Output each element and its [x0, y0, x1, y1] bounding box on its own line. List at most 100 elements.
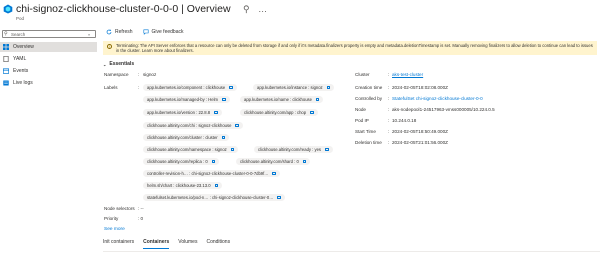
page-header: chi-signoz-clickhouse-cluster-0-0-0 | Ov…: [0, 0, 600, 27]
label-pill: clickhouse.altinity.com/namespace : sign…: [143, 146, 239, 153]
copy-icon[interactable]: [310, 110, 314, 115]
copy-icon[interactable]: [325, 147, 329, 152]
creation-time-value: 2024-02-05T18:02:08.000Z: [392, 85, 448, 90]
creation-time-label: Creation time: [355, 85, 383, 90]
collapse-sidebar-icon[interactable]: «: [88, 32, 90, 37]
copy-icon[interactable]: [302, 159, 307, 164]
copy-icon[interactable]: [229, 85, 233, 90]
terminating-warning-banner: ! Terminating: The API Server enforces t…: [103, 41, 597, 55]
logs-icon: [3, 80, 9, 86]
sidebar-item-live-logs[interactable]: Live logs: [0, 78, 97, 88]
sidebar-item-events[interactable]: Events: [0, 66, 97, 76]
start-time-colon: :: [388, 129, 390, 134]
copy-icon[interactable]: [222, 97, 226, 102]
namespace-value: signoz: [143, 72, 157, 77]
page-title: chi-signoz-clickhouse-cluster-0-0-0 | Ov…: [16, 3, 231, 15]
creation-time-colon: :: [388, 85, 390, 90]
labels-colon: :: [138, 85, 140, 90]
page-subtitle: Pod: [16, 16, 25, 21]
start-time-value: 2024-02-05T18:50:49.000Z: [392, 129, 448, 134]
chevron-down-icon: ⌄: [103, 61, 107, 67]
tab-init-containers[interactable]: Init containers: [103, 239, 134, 249]
label-pill: app.kubernetes.io/managed-by : Helm: [143, 96, 230, 103]
sidebar-item-overview[interactable]: Overview: [0, 42, 97, 52]
controlled-by-link[interactable]: StatefulSet chi-signoz-clickhouse-cluste…: [392, 96, 483, 101]
deletion-time-label: Deletion time: [355, 140, 382, 145]
see-more-link[interactable]: See more: [104, 227, 125, 232]
label-text: clickhouse.altinity.com/replica : 0: [147, 159, 208, 164]
cluster-link[interactable]: aks-test-cluster: [392, 72, 423, 77]
pod-ip-label: Pod IP: [355, 118, 369, 123]
tabs-divider: [103, 251, 600, 252]
labels-label: Labels: [104, 85, 118, 90]
warning-icon: !: [107, 44, 112, 49]
tab-containers[interactable]: Containers: [143, 239, 170, 249]
label-pill: clickhouse.altinity.com/cluster : cluste…: [143, 134, 230, 141]
start-time-label: Start Time: [355, 129, 376, 134]
label-pill: clickhouse.altinity.com/app : chop: [240, 109, 318, 116]
label-pill: app.kubernetes.io/version : 22.8.8: [143, 109, 222, 116]
copy-icon[interactable]: [235, 123, 239, 128]
essentials-heading: Essentials: [109, 61, 135, 67]
copy-icon[interactable]: [221, 135, 226, 140]
pod-ip-colon: :: [388, 118, 390, 123]
priority-label: Priority: [104, 216, 119, 221]
label-text: controller-revision-h… : chi-signoz-clic…: [147, 171, 269, 176]
search-input[interactable]: Search: [11, 32, 25, 37]
cluster-label: Cluster: [355, 72, 370, 77]
controlled-by-label: Controlled by: [355, 96, 383, 101]
feedback-icon: [143, 29, 149, 35]
namespace-label: Namespace: [104, 72, 129, 77]
node-selectors-label: Node selectors: [104, 206, 135, 211]
node-value: aks-nodepool1-24517963-vmss000005/10.224…: [392, 107, 495, 112]
copy-icon[interactable]: [277, 195, 281, 200]
copy-icon[interactable]: [214, 110, 218, 115]
sidebar-item-label: Overview: [13, 44, 34, 50]
label-text: app.kubernetes.io/name : clickhouse: [244, 97, 312, 102]
controlled-by-colon: :: [388, 96, 390, 101]
command-bar: Refresh Give feedback: [106, 29, 183, 35]
give-feedback-button[interactable]: Give feedback: [143, 29, 183, 35]
refresh-button[interactable]: Refresh: [106, 29, 133, 35]
label-pill: clickhouse.altinity.com/shard : 0: [236, 158, 311, 165]
label-text: clickhouse.altinity.com/chi : signoz-cli…: [147, 123, 232, 128]
refresh-icon: [106, 29, 112, 35]
node-selectors-value: : --: [138, 206, 144, 211]
priority-value: : 0: [138, 216, 144, 221]
essentials-toggle[interactable]: ⌄ Essentials: [103, 61, 134, 67]
label-pill: helm.sh/chart : clickhouse-23.13.0: [143, 182, 223, 189]
copy-icon[interactable]: [214, 183, 219, 188]
copy-icon[interactable]: [315, 97, 320, 102]
label-text: app.kubernetes.io/managed-by : Helm: [147, 97, 218, 102]
tab-conditions[interactable]: Conditions: [206, 239, 230, 249]
label-pill: app.kubernetes.io/name : clickhouse: [240, 96, 324, 103]
label-pill: controller-revision-h… : chi-signoz-clic…: [143, 170, 280, 177]
node-colon: :: [388, 107, 390, 112]
copy-icon[interactable]: [211, 159, 216, 164]
label-text: clickhouse.altinity.com/shard : 0: [240, 159, 299, 164]
pod-ip-value: 10.244.0.18: [392, 118, 417, 123]
sidebar-search-box[interactable]: ⚲ Search «: [2, 30, 96, 38]
label-pill: clickhouse.altinity.com/chi : signoz-cli…: [143, 122, 243, 129]
label-text: app.kubernetes.io/instance : signoz: [257, 85, 323, 90]
label-text: app.kubernetes.io/component : clickhouse: [147, 85, 226, 90]
label-text: helm.sh/chart : clickhouse-23.13.0: [147, 183, 211, 188]
sidebar-item-label: Live logs: [13, 80, 33, 86]
deletion-time-value: 2024-02-05T21:01:56.000Z: [392, 140, 448, 145]
banner-text: Terminating: The API Server enforces tha…: [116, 43, 593, 53]
namespace-colon: :: [138, 72, 140, 77]
label-pill: app.kubernetes.io/instance : signoz: [253, 84, 335, 91]
sidebar-item-label: YAML: [13, 56, 27, 62]
document-icon: [3, 56, 9, 62]
label-pill: statefulset.kubernetes.io/pod-n… : chi-s…: [143, 194, 285, 201]
tab-volumes[interactable]: Volumes: [178, 239, 197, 249]
label-text: clickhouse.altinity.com/cluster : cluste…: [147, 135, 218, 140]
events-icon: [3, 68, 9, 74]
copy-icon[interactable]: [230, 147, 235, 152]
copy-icon[interactable]: [326, 85, 331, 90]
header-actions[interactable]: ⚲ …: [243, 4, 270, 15]
detail-tabs: Init containers Containers Volumes Condi…: [103, 239, 230, 249]
copy-icon[interactable]: [272, 171, 276, 176]
sidebar-item-yaml[interactable]: YAML: [0, 54, 97, 64]
label-pill: clickhouse.altinity.com/replica : 0: [143, 158, 220, 165]
